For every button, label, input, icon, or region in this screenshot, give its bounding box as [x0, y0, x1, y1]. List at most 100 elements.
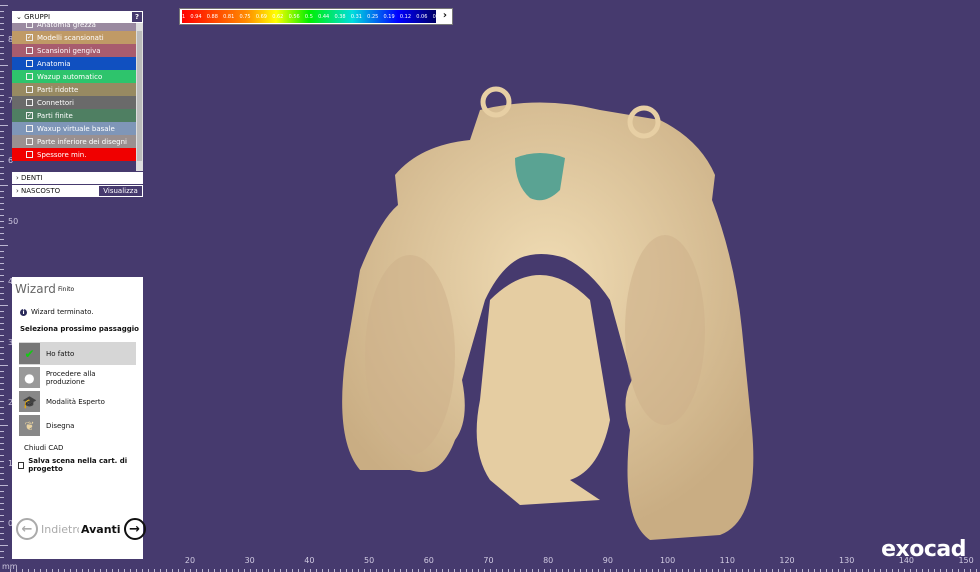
ruler-tick	[0, 143, 4, 144]
ruler-tick	[0, 149, 4, 150]
ruler-tick	[0, 311, 4, 312]
arrow-left-icon: ←	[16, 518, 38, 540]
checkbox[interactable]	[26, 47, 33, 54]
ruler-tick	[0, 71, 4, 72]
ruler-tick	[0, 383, 4, 384]
checkbox[interactable]	[26, 60, 33, 67]
ruler-label: 90	[602, 556, 613, 565]
ruler-tick	[0, 269, 4, 270]
ruler-tick	[0, 11, 4, 12]
legend-label: 0.88	[206, 14, 218, 20]
ruler-tick	[0, 401, 4, 402]
option-esperto[interactable]: 🎓 Modalità Esperto	[19, 390, 136, 413]
checkbox[interactable]	[26, 73, 33, 80]
back-button[interactable]: ←Indietro	[16, 517, 79, 541]
ruler-tick	[0, 467, 4, 468]
group-item[interactable]: Scansioni gengiva	[12, 44, 136, 57]
groups-header[interactable]: ⌄ GRUPPI?	[12, 11, 143, 23]
checkbox[interactable]	[26, 86, 33, 93]
checkbox[interactable]	[26, 23, 33, 28]
next-button[interactable]: Avanti →	[81, 517, 146, 541]
group-item[interactable]: Parte inferiore dei disegni	[12, 135, 136, 148]
legend-label: 0.12	[399, 14, 412, 20]
legend-label: 0.94	[190, 14, 202, 20]
ruler-label: 40	[304, 556, 315, 565]
checkbox[interactable]	[26, 125, 33, 132]
wizard-status: Finito	[58, 286, 75, 293]
legend-label: 0.56	[288, 14, 300, 20]
ruler-tick	[0, 281, 4, 282]
ruler-label: 80	[543, 556, 554, 565]
model-base	[342, 86, 754, 540]
ruler-tick	[0, 215, 4, 216]
group-item[interactable]: Connettori	[12, 96, 136, 109]
ruler-tick	[0, 473, 4, 474]
ruler-tick	[0, 293, 4, 294]
option-produzione[interactable]: ● Procedere alla produzione	[19, 366, 136, 389]
ruler-tick	[0, 443, 4, 444]
ruler-tick	[0, 179, 4, 180]
ruler-tick	[0, 251, 4, 252]
option-ho-fatto[interactable]: ✔ Ho fatto	[19, 342, 136, 365]
ruler-tick	[0, 389, 4, 390]
ruler-label: 120	[779, 556, 795, 565]
section-nascosto[interactable]: › NASCOSTO Visualizza	[12, 185, 143, 197]
ruler-tick	[0, 551, 4, 552]
wizard-title: Wizard	[15, 282, 56, 296]
ruler-tick	[0, 17, 4, 18]
arrow-right-icon: →	[123, 518, 146, 540]
ruler-tick	[0, 431, 4, 432]
ruler-tick	[0, 479, 4, 480]
section-denti[interactable]: › DENTI	[12, 172, 143, 184]
legend-label: 0.19	[383, 14, 395, 20]
group-item[interactable]: Spessore min.	[12, 148, 136, 161]
ruler-tick	[0, 185, 8, 186]
ruler-label: 130	[839, 556, 855, 565]
save-scene-checkbox[interactable]: Salva scena nella cart. di progetto	[18, 457, 143, 473]
checkbox[interactable]: ✓	[26, 34, 33, 41]
ruler-tick	[0, 203, 4, 204]
ruler-label: 70	[483, 556, 494, 565]
prompt-label: Seleziona prossimo passaggio	[20, 325, 139, 333]
legend-label: 0.5	[304, 14, 313, 20]
checkbox[interactable]	[26, 138, 33, 145]
group-item[interactable]: ✓ Modelli scansionati	[12, 31, 136, 44]
ruler-tick	[0, 347, 4, 348]
ruler-tick	[0, 95, 4, 96]
checkbox[interactable]: ✓	[26, 112, 33, 119]
checkbox[interactable]	[26, 99, 33, 106]
option-disegna[interactable]: ❦ Disegna	[19, 414, 136, 437]
group-item[interactable]: Wazup automatico	[12, 70, 136, 83]
group-item[interactable]: Parti ridotte	[12, 83, 136, 96]
ruler-tick	[0, 407, 4, 408]
groups-list: Anatomia grezza ✓ Modelli scansionati Scans…	[12, 23, 143, 171]
dental-model-viewport[interactable]	[0, 0, 980, 572]
ruler-tick	[0, 191, 4, 192]
ruler-tick	[0, 515, 4, 516]
group-item[interactable]: Anatomia grezza	[12, 23, 136, 31]
chevron-right-icon[interactable]: ›	[443, 10, 447, 21]
ruler-tick	[0, 419, 4, 420]
visualizza-button[interactable]: Visualizza	[99, 186, 142, 196]
ruler-label: 50	[8, 216, 19, 226]
deviation-color-legend: 1 0.94 0.88 0.81 0.75 0.69 0.62 0.56 0.5 0.44 0.38…	[179, 8, 453, 25]
ruler-tick	[0, 377, 4, 378]
legend-label: 0.31	[350, 14, 362, 20]
ruler-tick	[0, 167, 4, 168]
close-cad-link[interactable]: Chiudi CAD	[24, 444, 63, 452]
legend-label: 0	[432, 14, 436, 20]
legend-label: 0.62	[272, 14, 284, 20]
checkbox[interactable]	[26, 151, 33, 158]
scrollbar[interactable]	[136, 23, 143, 171]
ruler-tick	[0, 425, 8, 426]
ruler-tick	[0, 455, 4, 456]
ruler-tick	[0, 89, 4, 90]
group-item[interactable]: Waxup virtuale basale	[12, 122, 136, 135]
group-item[interactable]: ✓ Parti finite	[12, 109, 136, 122]
help-button[interactable]: ?	[132, 12, 142, 22]
ruler-tick	[0, 263, 4, 264]
ruler-tick	[0, 491, 4, 492]
ruler-tick	[0, 161, 4, 162]
group-item[interactable]: Anatomia	[12, 57, 136, 70]
wizard-panel: Wizard Finito i Wizard terminato. Selezio…	[12, 277, 146, 559]
